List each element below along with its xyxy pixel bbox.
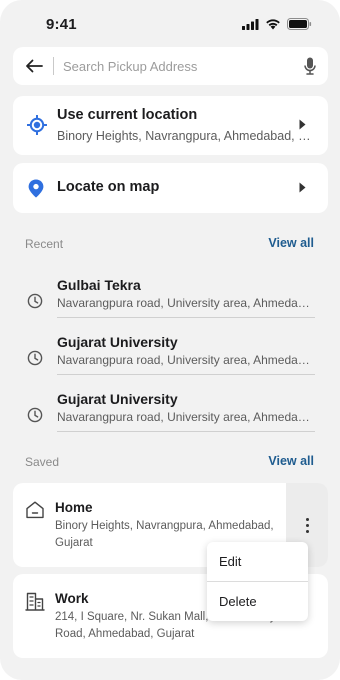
battery-icon — [287, 18, 312, 30]
delete-menu-item[interactable]: Delete — [219, 594, 257, 609]
back-button[interactable] — [15, 47, 53, 85]
signal-icon — [242, 18, 259, 30]
search-divider — [53, 57, 54, 75]
saved-item-title: Work — [55, 591, 89, 606]
recent-item-subtitle: Navarangpura road, University area, Ahme… — [57, 296, 315, 310]
current-location-title: Use current location — [57, 107, 198, 123]
phone-screen: 9:41 Search Pickup Address Use current l… — [0, 0, 340, 680]
recent-item[interactable]: Gulbai Tekra Navarangpura road, Universi… — [13, 275, 328, 329]
status-time: 9:41 — [46, 16, 77, 33]
status-icons — [242, 18, 312, 30]
clock-icon — [27, 407, 43, 423]
locate-on-map-title: Locate on map — [57, 179, 160, 195]
divider — [57, 317, 315, 318]
search-bar — [13, 47, 328, 85]
menu-divider — [207, 581, 308, 582]
saved-section-header: Saved View all — [13, 453, 328, 471]
saved-label: Saved — [25, 455, 60, 469]
recent-item-title: Gujarat University — [57, 334, 178, 350]
saved-view-all-link[interactable]: View all — [268, 454, 314, 468]
saved-item-title: Home — [55, 500, 93, 515]
divider — [57, 374, 315, 375]
clock-icon — [27, 350, 43, 366]
recent-item[interactable]: Gujarat University Navarangpura road, Un… — [13, 332, 328, 386]
recent-item-title: Gujarat University — [57, 391, 178, 407]
microphone-icon — [304, 57, 316, 75]
recent-item-subtitle: Navarangpura road, University area, Ahme… — [57, 410, 315, 424]
recent-label: Recent — [25, 237, 64, 251]
kebab-icon — [305, 517, 309, 533]
current-location-card[interactable]: Use current location Binory Heights, Nav… — [13, 96, 328, 155]
clock-icon — [27, 293, 43, 309]
recent-item-subtitle: Navarangpura road, University area, Ahme… — [57, 353, 315, 367]
divider — [57, 431, 315, 432]
caret-right-icon — [299, 182, 306, 193]
recent-item-title: Gulbai Tekra — [57, 277, 141, 293]
recent-item[interactable]: Gujarat University Navarangpura road, Un… — [13, 389, 328, 443]
recent-view-all-link[interactable]: View all — [268, 236, 314, 250]
recent-section-header: Recent View all — [13, 235, 328, 253]
search-input[interactable] — [63, 58, 292, 74]
arrow-left-icon — [26, 59, 43, 73]
options-menu: Edit Delete — [207, 542, 308, 621]
map-pin-icon — [28, 179, 44, 198]
current-location-subtitle: Binory Heights, Navrangpura, Ahmedabad, … — [57, 129, 319, 143]
locate-on-map-card[interactable]: Locate on map — [13, 163, 328, 213]
caret-right-icon — [299, 119, 306, 130]
office-building-icon — [25, 592, 45, 611]
mic-button[interactable] — [292, 47, 328, 85]
status-bar: 9:41 — [0, 0, 340, 50]
wifi-icon — [266, 19, 280, 30]
gps-icon — [27, 115, 47, 135]
edit-menu-item[interactable]: Edit — [219, 554, 241, 569]
home-icon — [26, 501, 44, 519]
